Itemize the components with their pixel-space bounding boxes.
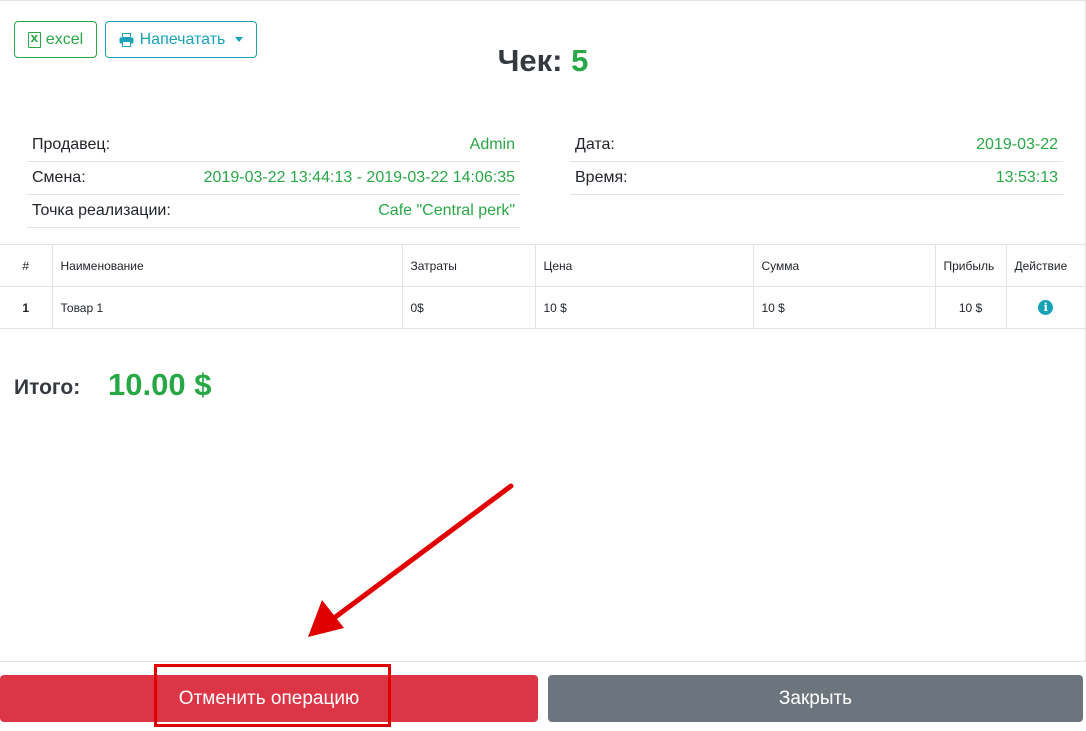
annotation-arrow-icon <box>308 483 514 637</box>
receipt-modal-body: X excel Напечатать Чек: 5 Продавец: Admi… <box>0 0 1086 662</box>
close-button[interactable]: Закрыть <box>548 675 1083 722</box>
annotation-highlight-box <box>154 664 391 727</box>
